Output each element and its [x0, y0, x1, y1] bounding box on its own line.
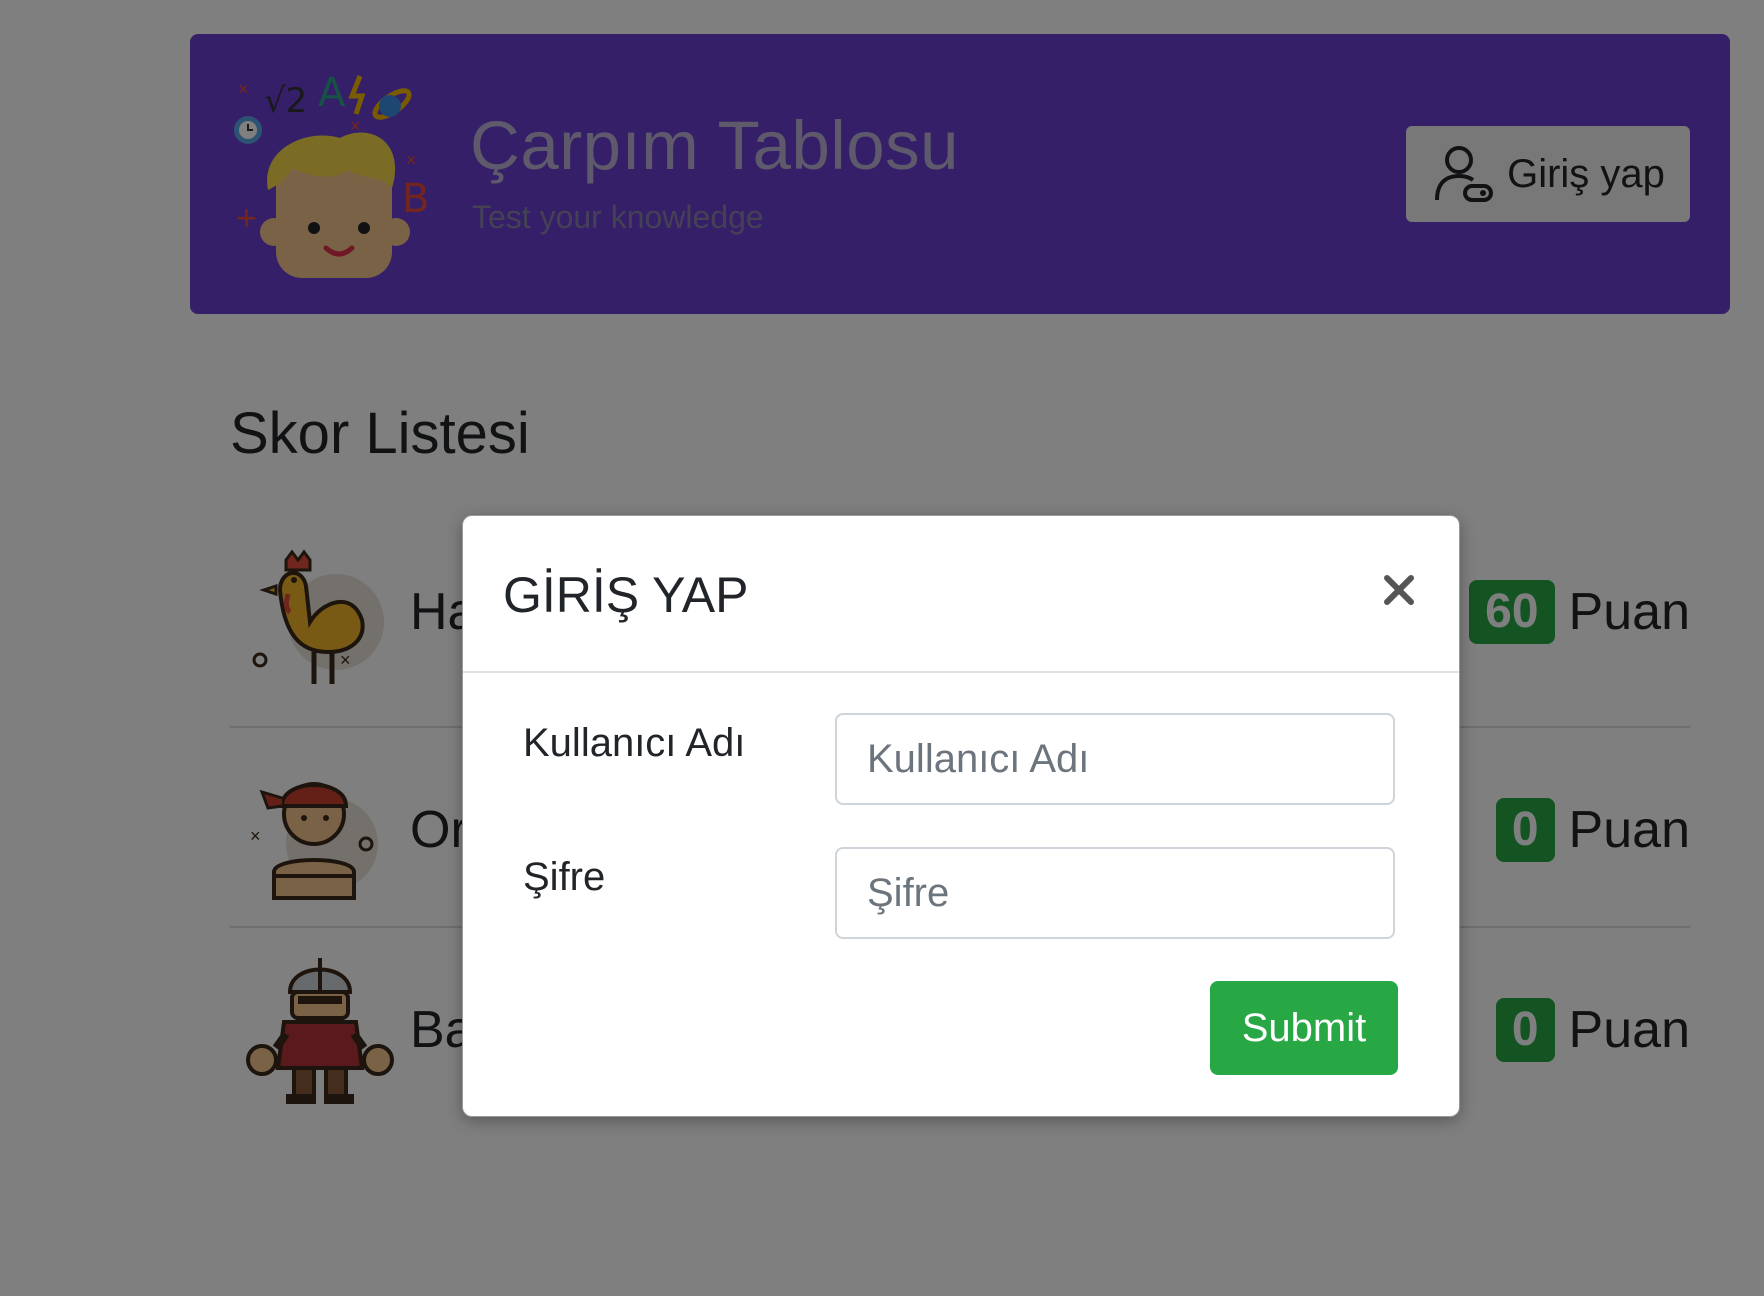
submit-button[interactable]: Submit [1210, 981, 1398, 1075]
close-icon [1384, 575, 1414, 605]
login-modal: GİRİŞ YAP Kullanıcı Adı Şifre Submit [462, 515, 1460, 1117]
password-label: Şifre [523, 855, 606, 899]
modal-header: GİRİŞ YAP [463, 516, 1459, 673]
password-input[interactable] [835, 847, 1395, 939]
username-label: Kullanıcı Adı [523, 721, 746, 765]
close-button[interactable] [1379, 570, 1419, 610]
username-input[interactable] [835, 713, 1395, 805]
modal-title: GİRİŞ YAP [503, 567, 749, 623]
